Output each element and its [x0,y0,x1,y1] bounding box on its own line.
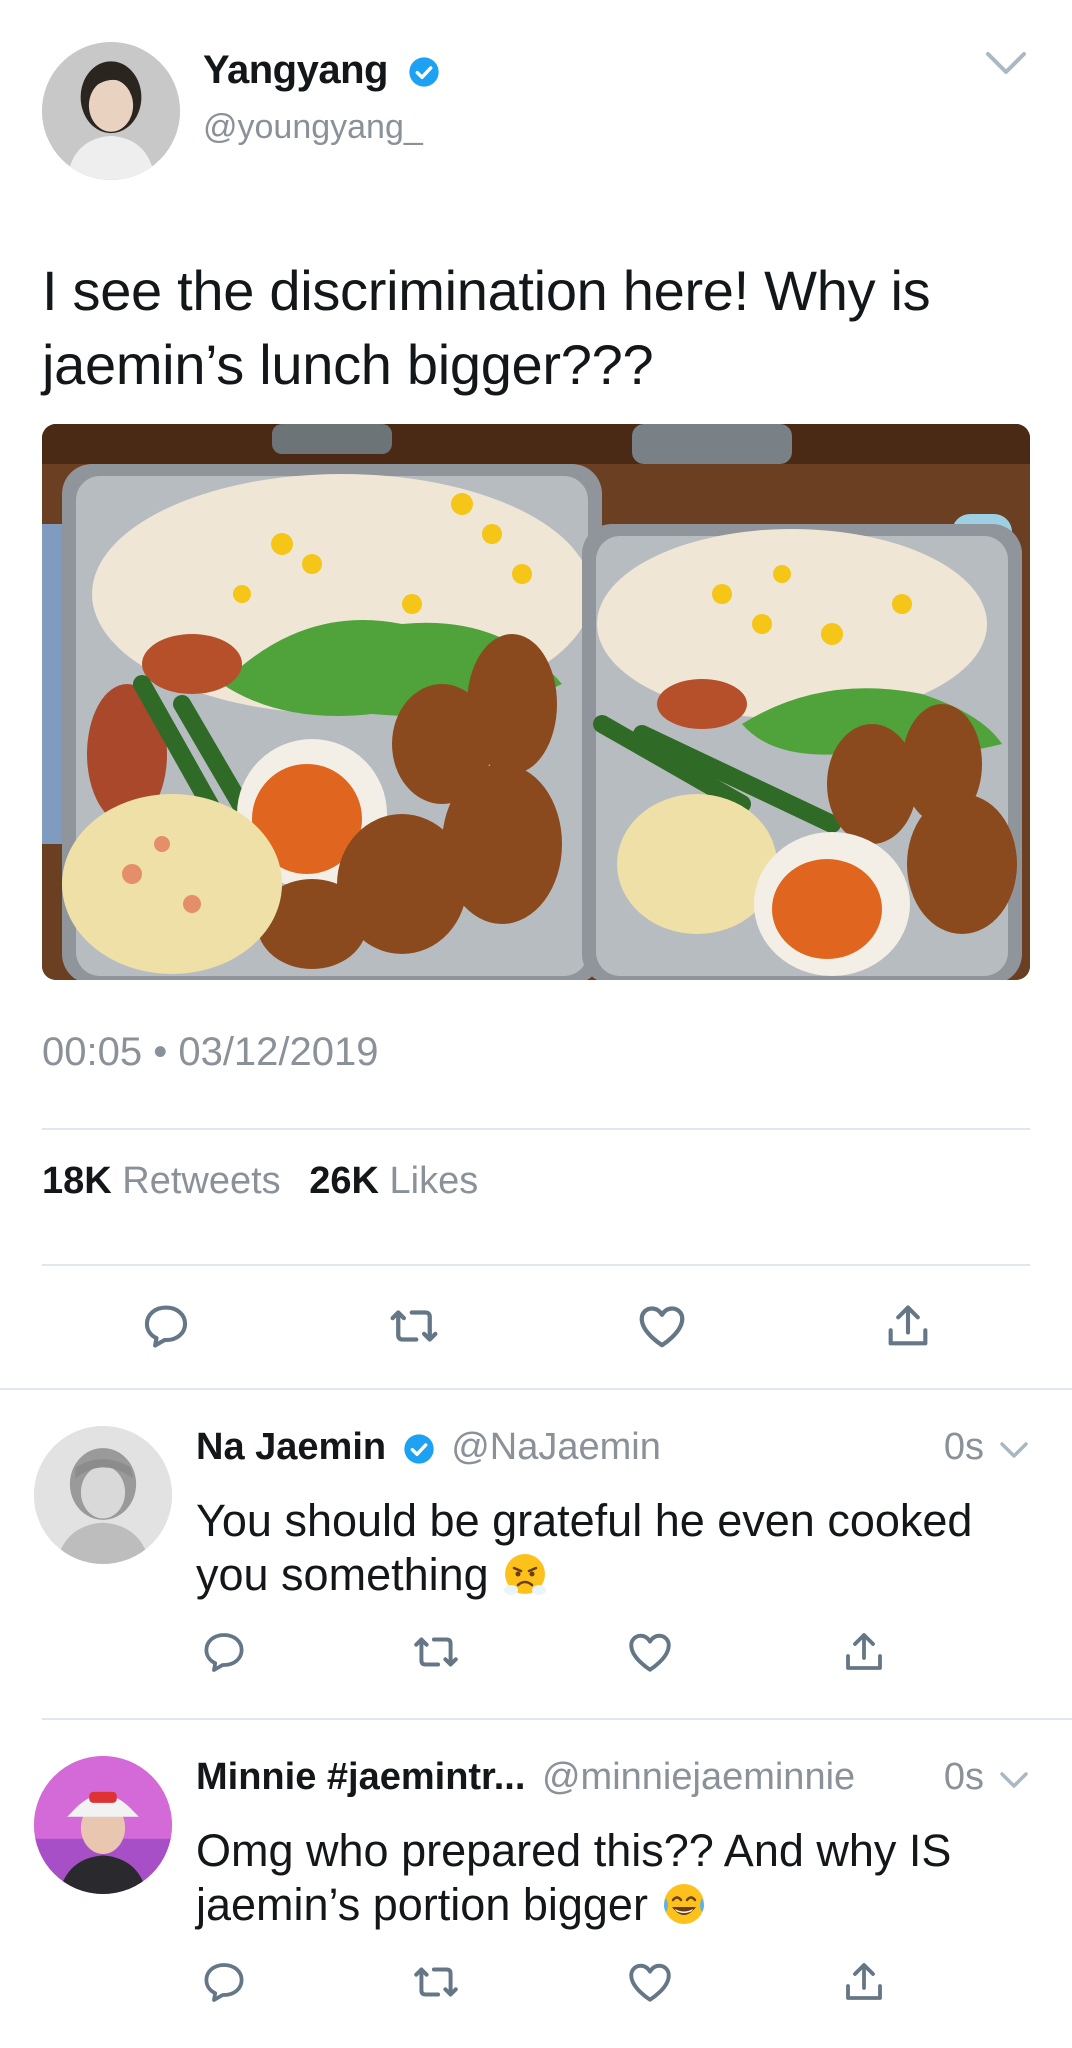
reply-time: 0s [943,1756,984,1798]
bento-lunch-photo [42,424,1030,980]
reply-time: 0s [943,1426,984,1468]
tweet-photo[interactable] [42,424,1030,980]
chevron-down-icon[interactable] [998,1768,1030,1792]
reply-author-handle[interactable]: @minniejaeminnie [542,1756,855,1798]
avatar-image [42,42,180,180]
like-button[interactable] [622,1624,678,1680]
likes-count[interactable]: 26K [309,1160,379,1202]
tweet-timestamp: 00:05 • 03/12/2019 [42,1030,379,1074]
divider [42,1128,1030,1130]
author-name[interactable]: Yangyang [203,48,388,93]
reply-button[interactable] [196,1624,252,1680]
share-icon [846,1633,882,1670]
avatar-image [34,1756,172,1894]
reply-text: You should be grateful he even cooked yo… [196,1494,1036,1602]
reply-icon [144,1305,188,1348]
share-icon [846,1963,882,2000]
likes-label[interactable]: Likes [390,1160,479,1202]
reply-author-handle[interactable]: @NaJaemin [451,1426,661,1468]
author-handle[interactable]: @youngyang_ [203,108,423,147]
share-button[interactable] [836,1624,892,1680]
like-button[interactable] [622,1954,678,2010]
chevron-down-icon[interactable] [982,46,1030,80]
retweet-button[interactable] [408,1954,464,2010]
share-button[interactable] [878,1296,938,1356]
tweet-text: I see the discrimination here! Why is ja… [42,259,931,396]
reply-text-content: You should be grateful he even cooked yo… [196,1495,973,1600]
like-button[interactable] [632,1296,692,1356]
retweet-icon [414,1637,458,1667]
reply-author-name[interactable]: Na Jaemin [196,1426,386,1468]
reply-tweet[interactable]: Minnie #jaemintr... @minniejaeminnie 0s … [0,1720,1072,2048]
chevron-down-icon[interactable] [998,1438,1030,1462]
retweet-button[interactable] [408,1624,464,1680]
reply-avatar[interactable] [34,1756,172,1894]
divider [42,1264,1030,1266]
reply-avatar[interactable] [34,1426,172,1564]
retweets-label[interactable]: Retweets [122,1160,280,1202]
reply-actions [0,1624,1072,1684]
reply-button[interactable] [196,1954,252,2010]
retweet-icon [390,1310,438,1342]
face-with-steam-from-nose-icon [504,1554,547,1595]
reply-button[interactable] [136,1296,196,1356]
reply-icon [204,1633,244,1672]
author-avatar[interactable] [42,42,180,180]
retweets-count[interactable]: 18K [42,1160,112,1202]
verified-badge-icon [403,1434,434,1464]
reply-tweet[interactable]: Na Jaemin @NaJaemin 0s You should be gra… [0,1390,1072,1720]
like-icon [629,1963,671,2002]
like-icon [629,1633,671,1672]
verified-badge-icon [409,57,439,87]
reply-icon [204,1963,244,2002]
face-with-tears-of-joy-icon [664,1884,705,1924]
like-icon [639,1306,685,1348]
reply-text: Omg who prepared this?? And why IS jaemi… [196,1824,1036,1932]
reply-header: Na Jaemin @NaJaemin [196,1426,661,1469]
reply-text-content: Omg who prepared this?? And why IS jaemi… [196,1825,952,1930]
reply-author-name[interactable]: Minnie #jaemintr... [196,1756,525,1798]
retweet-button[interactable] [384,1296,444,1356]
share-icon [888,1305,928,1346]
avatar-image [34,1426,172,1564]
share-button[interactable] [836,1954,892,2010]
reply-actions [0,1954,1072,2014]
main-tweet-actions [0,1296,1072,1356]
tweet-stats: 18K Retweets 26K Likes [42,1160,478,1203]
retweet-icon [414,1967,458,1997]
reply-header: Minnie #jaemintr... @minniejaeminnie [196,1756,855,1799]
